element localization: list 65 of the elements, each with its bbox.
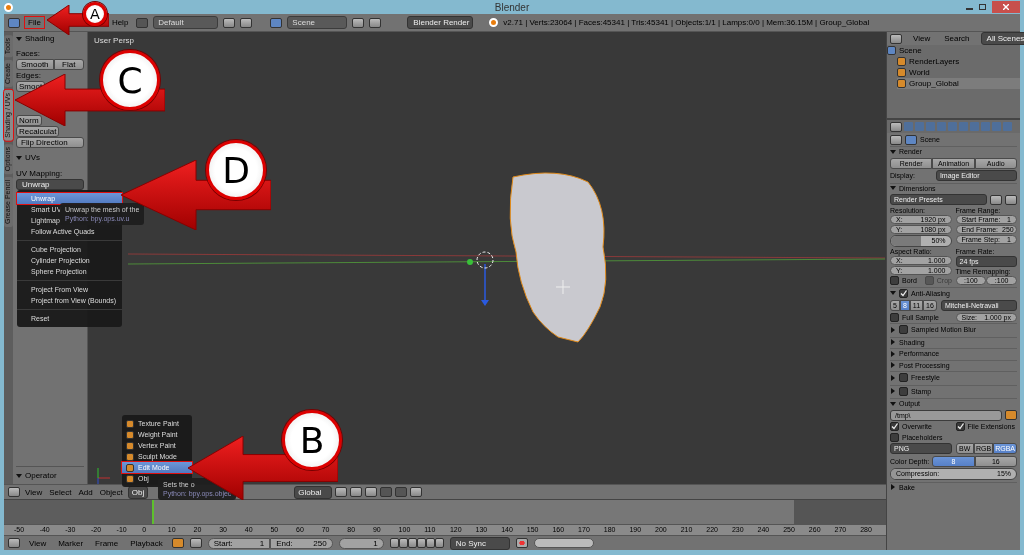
shading-button[interactable]: Flat <box>53 59 84 70</box>
menu-item[interactable]: Search <box>941 33 973 44</box>
checkbox[interactable] <box>890 312 899 322</box>
outliner-row[interactable]: World <box>897 67 1020 78</box>
menu-item[interactable]: Playback <box>127 537 166 549</box>
menu-item[interactable]: Marker <box>55 537 87 549</box>
menu-item[interactable]: Help <box>108 17 132 28</box>
checkbox[interactable] <box>899 386 908 396</box>
field-label: Edges: <box>16 70 42 81</box>
checkbox[interactable] <box>899 325 908 334</box>
expand-triangle-icon[interactable] <box>890 388 896 394</box>
blender-logo-icon <box>4 2 13 12</box>
collapse-triangle-icon[interactable] <box>16 154 22 161</box>
expand-triangle-icon[interactable] <box>890 484 896 490</box>
start-frame-field[interactable]: Start: 1 <box>207 537 271 549</box>
menu-item[interactable]: View <box>26 537 50 549</box>
uv-mapping-dropdown[interactable]: Unwrap <box>16 179 84 190</box>
scene-field[interactable]: Scene <box>287 16 348 29</box>
timeline-track[interactable] <box>4 499 886 524</box>
axis-gizmo-drawing <box>97 467 111 484</box>
outliner-row[interactable]: Scene <box>887 45 1020 56</box>
callout-label: A <box>83 2 107 26</box>
menu-item[interactable]: Frame <box>92 537 122 549</box>
filter-dropdown[interactable]: All Scenes <box>980 32 1024 45</box>
field-label: Faces: <box>16 48 41 59</box>
viewport-label: User Persp <box>94 36 134 45</box>
checkbox[interactable] <box>890 422 899 431</box>
orientation-dropdown[interactable]: Global <box>294 485 333 499</box>
panel-title: Operator <box>25 470 57 481</box>
menu-item[interactable]: Add <box>76 486 95 498</box>
collapse-triangle-icon[interactable] <box>16 472 22 479</box>
checkbox[interactable] <box>899 288 908 298</box>
window-title: Blender <box>494 1 530 13</box>
checkbox[interactable] <box>890 276 899 285</box>
sync-dropdown[interactable]: No Sync <box>449 536 510 550</box>
panel-title: UVs <box>25 152 41 163</box>
keying-set-field[interactable] <box>533 538 594 548</box>
blender-logo-icon <box>489 18 499 27</box>
normals-button[interactable]: Flip Direction <box>16 137 84 148</box>
shading-button[interactable]: Smooth <box>16 59 54 70</box>
checkbox[interactable] <box>955 422 965 431</box>
menu-item[interactable]: Object <box>97 486 125 498</box>
menu-item[interactable]: File <box>25 17 44 28</box>
outliner-row[interactable]: RenderLayers <box>897 56 1020 67</box>
current-frame-field[interactable]: 1 <box>338 537 384 549</box>
field-label: UV Mapping: <box>16 168 64 179</box>
collapse-triangle-icon[interactable] <box>16 35 22 42</box>
collapse-triangle-icon[interactable] <box>890 400 896 407</box>
record-button[interactable] <box>515 538 528 548</box>
checkbox[interactable] <box>899 373 908 382</box>
status-text: v2.71 | Verts:23064 | Faces:45341 | Tris:45341 | Objects:1/1 | Lamps:0/0 | Mem:36.15M | Group_Global <box>503 18 870 27</box>
menu-item[interactable]: View <box>910 33 934 44</box>
maximize-icon[interactable] <box>979 4 986 10</box>
end-frame-field[interactable]: End: 250 <box>270 537 333 549</box>
menu-item[interactable]: Select <box>47 486 74 498</box>
panel-title: Shading <box>25 33 55 44</box>
collapse-triangle-icon[interactable] <box>890 290 896 296</box>
render-engine-dropdown[interactable]: Blender Render <box>407 16 474 29</box>
collapse-triangle-icon[interactable] <box>890 185 896 191</box>
collapse-triangle-icon[interactable] <box>890 148 896 155</box>
checkbox[interactable] <box>890 432 899 442</box>
close-button[interactable] <box>992 1 1020 13</box>
outliner-row[interactable]: Group_Global <box>897 78 1020 89</box>
layout-field[interactable]: Default <box>153 16 219 29</box>
menu-item[interactable]: View <box>23 486 45 498</box>
